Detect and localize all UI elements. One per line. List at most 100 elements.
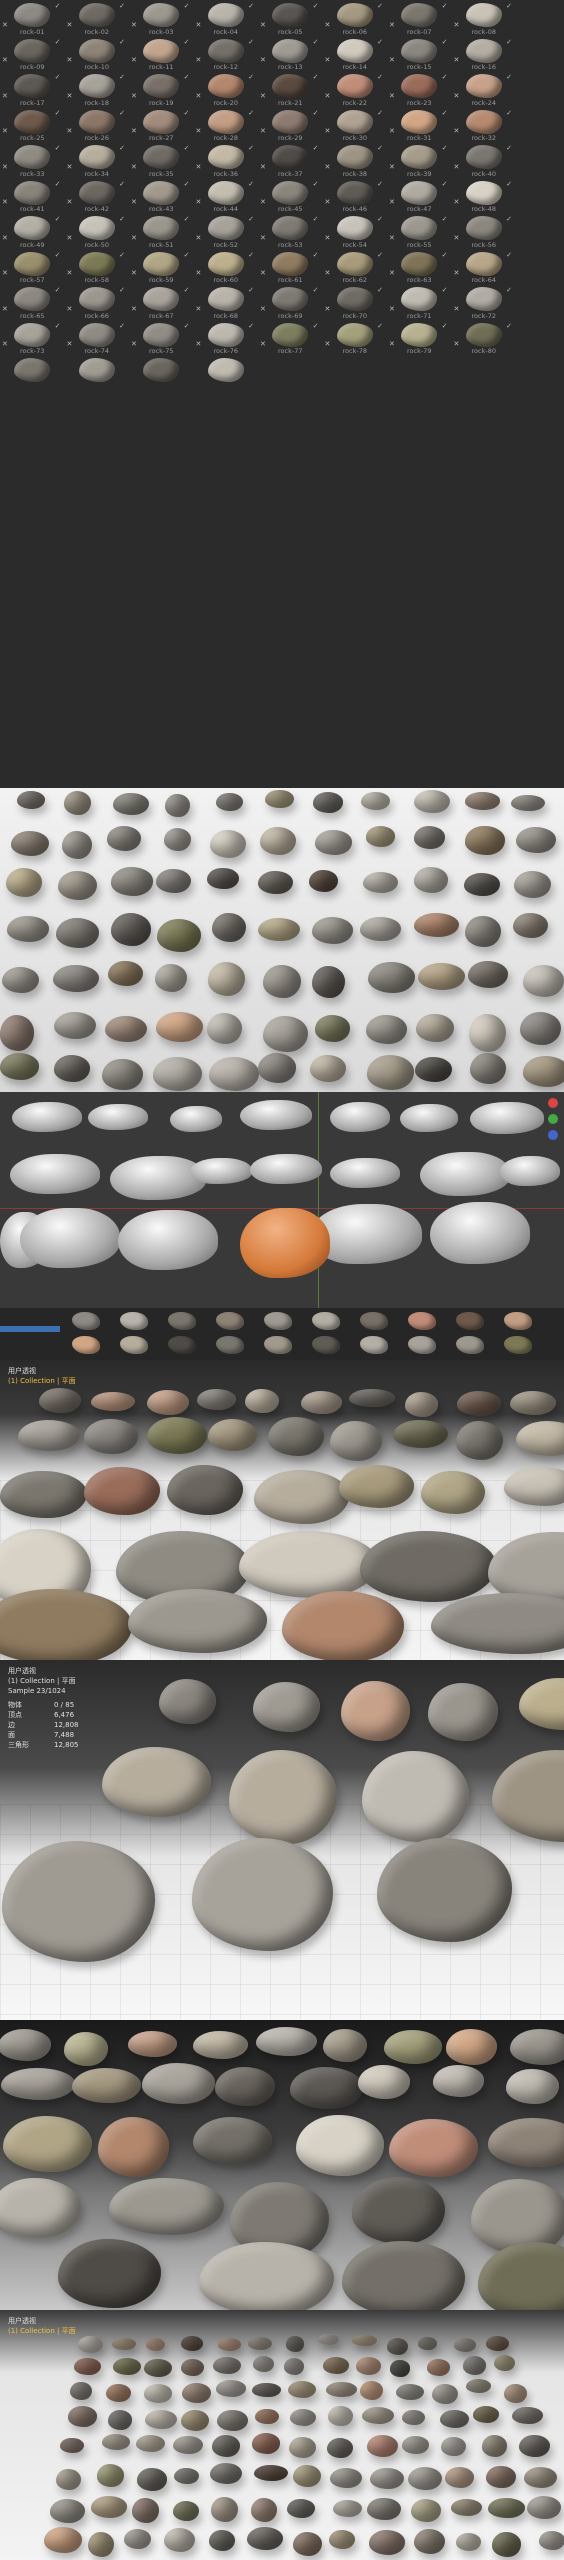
asset-thumbnail[interactable]: ✕ ✓ rock-30	[323, 107, 388, 143]
checkmark-icon[interactable]: ✓	[506, 144, 512, 152]
checkmark-icon[interactable]: ✓	[506, 38, 512, 46]
asset-thumbnail[interactable]	[168, 1336, 196, 1354]
checkmark-icon[interactable]: ✓	[184, 73, 190, 81]
checkmark-icon[interactable]: ✓	[119, 109, 125, 117]
asset-thumbnail[interactable]: ✕ ✓ rock-01	[0, 0, 65, 36]
checkmark-icon[interactable]: ✓	[55, 2, 61, 10]
checkmark-icon[interactable]: ✓	[248, 38, 254, 46]
asset-thumbnail[interactable]: ✕ ✓ rock-70	[323, 284, 388, 320]
asset-thumbnail[interactable]: ✕ ✓ rock-19	[129, 71, 194, 107]
gizmo-icons[interactable]	[548, 1098, 558, 1140]
checkmark-icon[interactable]: ✓	[184, 109, 190, 117]
asset-thumbnail[interactable]: ✕ ✓ rock-51	[129, 213, 194, 249]
asset-thumbnail[interactable]	[408, 1336, 436, 1354]
asset-thumbnail[interactable]: ✕ ✓ rock-54	[323, 213, 388, 249]
asset-thumbnail[interactable]: ✕ ✓ rock-64	[452, 249, 517, 285]
checkmark-icon[interactable]: ✓	[442, 109, 448, 117]
checkmark-icon[interactable]: ✓	[55, 251, 61, 259]
checkmark-icon[interactable]: ✓	[377, 144, 383, 152]
asset-thumbnail[interactable]: ✕ ✓ rock-04	[194, 0, 259, 36]
checkmark-icon[interactable]: ✓	[248, 251, 254, 259]
asset-thumbnail[interactable]	[312, 1312, 340, 1330]
selected-collection-indicator[interactable]	[0, 1326, 60, 1332]
checkmark-icon[interactable]: ✓	[313, 2, 319, 10]
asset-thumbnail[interactable]: ✕ ✓ rock-55	[387, 213, 452, 249]
asset-thumbnail[interactable]	[0, 355, 65, 391]
checkmark-icon[interactable]: ✓	[119, 2, 125, 10]
checkmark-icon[interactable]: ✓	[377, 286, 383, 294]
asset-thumbnail[interactable]: ✕ ✓ rock-77	[258, 320, 323, 356]
asset-thumbnail[interactable]	[72, 1336, 100, 1354]
asset-thumbnail[interactable]: ✕ ✓ rock-42	[65, 178, 130, 214]
checkmark-icon[interactable]: ✓	[506, 215, 512, 223]
asset-thumbnail[interactable]	[264, 1336, 292, 1354]
checkmark-icon[interactable]: ✓	[119, 322, 125, 330]
asset-thumbnail[interactable]: ✕ ✓ rock-08	[452, 0, 517, 36]
asset-thumbnail[interactable]	[194, 355, 259, 391]
asset-thumbnail[interactable]: ✕ ✓ rock-27	[129, 107, 194, 143]
asset-thumbnail[interactable]: ✕ ✓ rock-38	[323, 142, 388, 178]
checkmark-icon[interactable]: ✓	[377, 38, 383, 46]
checkmark-icon[interactable]: ✓	[119, 180, 125, 188]
asset-thumbnail[interactable]: ✕ ✓ rock-15	[387, 36, 452, 72]
checkmark-icon[interactable]: ✓	[184, 144, 190, 152]
checkmark-icon[interactable]: ✓	[506, 251, 512, 259]
checkmark-icon[interactable]: ✓	[442, 144, 448, 152]
checkmark-icon[interactable]: ✓	[377, 180, 383, 188]
asset-thumbnail[interactable]: ✕ ✓ rock-31	[387, 107, 452, 143]
asset-thumbnail[interactable]	[408, 1312, 436, 1330]
asset-thumbnail[interactable]: ✕ ✓ rock-18	[65, 71, 130, 107]
asset-thumbnail[interactable]: ✕ ✓ rock-76	[194, 320, 259, 356]
checkmark-icon[interactable]: ✓	[377, 251, 383, 259]
asset-thumbnail[interactable]: ✕ ✓ rock-26	[65, 107, 130, 143]
checkmark-icon[interactable]: ✓	[442, 215, 448, 223]
asset-thumbnail[interactable]	[504, 1312, 532, 1330]
asset-thumbnail[interactable]	[456, 1336, 484, 1354]
checkmark-icon[interactable]: ✓	[313, 144, 319, 152]
asset-thumbnail[interactable]: ✕ ✓ rock-59	[129, 249, 194, 285]
asset-thumbnail[interactable]: ✕ ✓ rock-52	[194, 213, 259, 249]
checkmark-icon[interactable]: ✓	[248, 286, 254, 294]
asset-thumbnail[interactable]: ✕ ✓ rock-45	[258, 178, 323, 214]
asset-thumbnail[interactable]: ✕ ✓ rock-62	[323, 249, 388, 285]
asset-thumbnail[interactable]: ✕ ✓ rock-60	[194, 249, 259, 285]
asset-thumbnail[interactable]: ✕ ✓ rock-12	[194, 36, 259, 72]
axis-x-icon[interactable]	[548, 1098, 558, 1108]
checkmark-icon[interactable]: ✓	[184, 286, 190, 294]
asset-thumbnail[interactable]: ✕ ✓ rock-36	[194, 142, 259, 178]
asset-thumbnail[interactable]	[216, 1336, 244, 1354]
asset-thumbnail[interactable]: ✕ ✓ rock-07	[387, 0, 452, 36]
checkmark-icon[interactable]: ✓	[377, 215, 383, 223]
checkmark-icon[interactable]: ✓	[313, 286, 319, 294]
checkmark-icon[interactable]: ✓	[377, 109, 383, 117]
checkmark-icon[interactable]: ✓	[442, 322, 448, 330]
asset-thumbnail[interactable]	[120, 1312, 148, 1330]
asset-thumbnail[interactable]: ✕ ✓ rock-78	[323, 320, 388, 356]
asset-thumbnail[interactable]: ✕ ✓ rock-57	[0, 249, 65, 285]
checkmark-icon[interactable]: ✓	[506, 286, 512, 294]
asset-thumbnail[interactable]: ✕ ✓ rock-44	[194, 178, 259, 214]
checkmark-icon[interactable]: ✓	[377, 322, 383, 330]
asset-thumbnail[interactable]: ✕ ✓ rock-71	[387, 284, 452, 320]
asset-thumbnail[interactable]: ✕ ✓ rock-50	[65, 213, 130, 249]
asset-thumbnail[interactable]: ✕ ✓ rock-56	[452, 213, 517, 249]
asset-thumbnail[interactable]: ✕ ✓ rock-40	[452, 142, 517, 178]
asset-thumbnail[interactable]: ✕ ✓ rock-33	[0, 142, 65, 178]
asset-thumbnail[interactable]: ✕ ✓ rock-28	[194, 107, 259, 143]
checkmark-icon[interactable]: ✓	[442, 180, 448, 188]
asset-thumbnail[interactable]: ✕ ✓ rock-21	[258, 71, 323, 107]
asset-thumbnail[interactable]: ✕ ✓ rock-35	[129, 142, 194, 178]
asset-thumbnail[interactable]	[168, 1312, 196, 1330]
checkmark-icon[interactable]: ✓	[506, 73, 512, 81]
checkmark-icon[interactable]: ✓	[55, 73, 61, 81]
axis-z-icon[interactable]	[548, 1130, 558, 1140]
checkmark-icon[interactable]: ✓	[313, 180, 319, 188]
asset-thumbnail[interactable]	[312, 1336, 340, 1354]
asset-thumbnail[interactable]: ✕ ✓ rock-13	[258, 36, 323, 72]
checkmark-icon[interactable]: ✓	[184, 38, 190, 46]
asset-thumbnail[interactable]: ✕ ✓ rock-25	[0, 107, 65, 143]
checkmark-icon[interactable]: ✓	[506, 109, 512, 117]
checkmark-icon[interactable]: ✓	[184, 180, 190, 188]
asset-thumbnail[interactable]: ✕ ✓ rock-73	[0, 320, 65, 356]
checkmark-icon[interactable]: ✓	[248, 215, 254, 223]
